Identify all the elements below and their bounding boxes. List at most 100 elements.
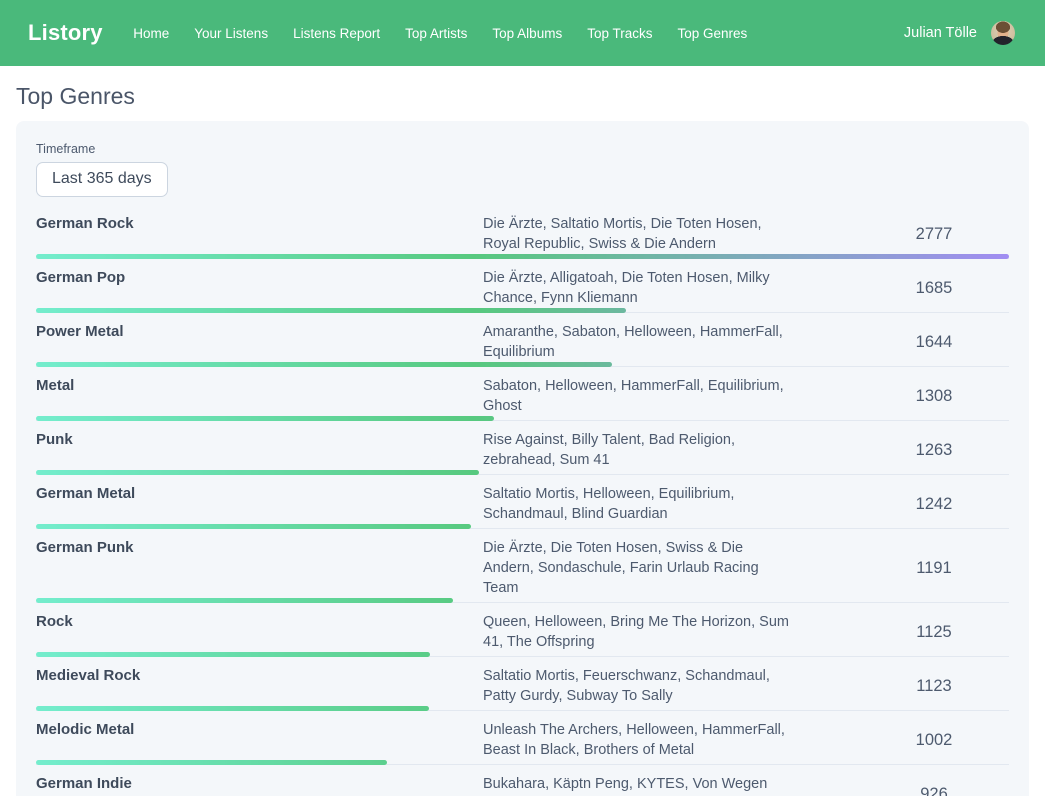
genre-rows: German RockDie Ärzte, Saltatio Mortis, D…	[36, 205, 1009, 796]
nav-link-top-albums[interactable]: Top Albums	[480, 20, 575, 47]
genre-bar-track	[36, 760, 1009, 765]
genre-count: 1123	[859, 677, 1009, 696]
genre-bar-track	[36, 598, 1009, 603]
nav-link-top-artists[interactable]: Top Artists	[393, 20, 480, 47]
genre-row-content: MetalSabaton, Helloween, HammerFall, Equ…	[36, 376, 1009, 416]
genre-name: Power Metal	[36, 322, 483, 342]
nav-link-top-genres[interactable]: Top Genres	[665, 20, 760, 47]
nav-link-top-tracks[interactable]: Top Tracks	[575, 20, 665, 47]
genre-name: German Pop	[36, 268, 483, 288]
genre-row-content: German PopDie Ärzte, Alligatoah, Die Tot…	[36, 268, 1009, 308]
genre-count: 1242	[859, 495, 1009, 514]
genre-name: German Punk	[36, 538, 483, 558]
navbar: Listory HomeYour ListensListens ReportTo…	[0, 0, 1045, 66]
genre-row: German RockDie Ärzte, Saltatio Mortis, D…	[36, 205, 1009, 259]
timeframe-label: Timeframe	[36, 142, 1009, 156]
genre-bar-fill	[36, 362, 612, 367]
genre-row: German PunkDie Ärzte, Die Toten Hosen, S…	[36, 529, 1009, 603]
genre-row: Melodic MetalUnleash The Archers, Hellow…	[36, 711, 1009, 765]
genre-artists: Saltatio Mortis, Helloween, Equilibrium,…	[483, 484, 793, 524]
genre-name: German Indie	[36, 774, 483, 794]
genre-row: MetalSabaton, Helloween, HammerFall, Equ…	[36, 367, 1009, 421]
genre-row-content: German MetalSaltatio Mortis, Helloween, …	[36, 484, 1009, 524]
genre-bar-fill	[36, 416, 494, 421]
genre-row: RockQueen, Helloween, Bring Me The Horiz…	[36, 603, 1009, 657]
genre-artists: Bukahara, Käptn Peng, KYTES, Von Wegen L…	[483, 774, 793, 796]
user-menu[interactable]: Julian Tölle	[904, 21, 1015, 45]
genre-row: German IndieBukahara, Käptn Peng, KYTES,…	[36, 765, 1009, 796]
genre-bar-track	[36, 524, 1009, 529]
genre-bar-fill	[36, 598, 453, 603]
genre-row: Power MetalAmaranthe, Sabaton, Helloween…	[36, 313, 1009, 367]
genre-name: Rock	[36, 612, 483, 632]
genre-bar	[36, 706, 429, 711]
user-avatar[interactable]	[991, 21, 1015, 45]
genre-name: Punk	[36, 430, 483, 450]
genre-count: 1644	[859, 333, 1009, 352]
nav-link-home[interactable]: Home	[121, 20, 182, 47]
genre-row-content: RockQueen, Helloween, Bring Me The Horiz…	[36, 612, 1009, 652]
genre-row-content: Medieval RockSaltatio Mortis, Feuerschwa…	[36, 666, 1009, 706]
genre-row: German PopDie Ärzte, Alligatoah, Die Tot…	[36, 259, 1009, 313]
genre-count: 1191	[859, 559, 1009, 578]
genre-artists: Die Ärzte, Die Toten Hosen, Swiss & Die …	[483, 538, 793, 598]
genre-artists: Saltatio Mortis, Feuerschwanz, Schandmau…	[483, 666, 793, 706]
genre-artists: Rise Against, Billy Talent, Bad Religion…	[483, 430, 793, 470]
page-title: Top Genres	[16, 83, 1029, 110]
genre-bar-fill	[36, 308, 626, 313]
genre-bar	[36, 362, 612, 367]
nav-link-your-listens[interactable]: Your Listens	[182, 20, 281, 47]
genre-bar-track	[36, 470, 1009, 475]
nav-link-listens-report[interactable]: Listens Report	[281, 20, 393, 47]
genre-name: Metal	[36, 376, 483, 396]
app-logo[interactable]: Listory	[28, 20, 103, 46]
genre-bar-fill	[36, 706, 429, 711]
genre-artists: Queen, Helloween, Bring Me The Horizon, …	[483, 612, 793, 652]
genre-count: 2777	[859, 225, 1009, 244]
genre-bar-track	[36, 308, 1009, 313]
genre-bar-track	[36, 254, 1009, 259]
genre-row-content: German IndieBukahara, Käptn Peng, KYTES,…	[36, 774, 1009, 796]
genre-count: 1263	[859, 441, 1009, 460]
genre-name: Medieval Rock	[36, 666, 483, 686]
genre-name: German Metal	[36, 484, 483, 504]
genre-count: 1685	[859, 279, 1009, 298]
genre-bar	[36, 760, 387, 765]
genre-count: 1125	[859, 623, 1009, 642]
genre-artists: Die Ärzte, Alligatoah, Die Toten Hosen, …	[483, 268, 793, 308]
genre-name: Melodic Metal	[36, 720, 483, 740]
genre-count: 1002	[859, 731, 1009, 750]
genre-bar	[36, 652, 430, 657]
genre-bar-track	[36, 362, 1009, 367]
genre-count: 1308	[859, 387, 1009, 406]
genre-bar	[36, 254, 1009, 259]
genre-bar	[36, 598, 453, 603]
top-genres-card: Timeframe Last 365 days German RockDie Ä…	[16, 121, 1029, 796]
genre-row: German MetalSaltatio Mortis, Helloween, …	[36, 475, 1009, 529]
genre-row-content: Melodic MetalUnleash The Archers, Hellow…	[36, 720, 1009, 760]
genre-bar	[36, 416, 494, 421]
genre-bar-fill	[36, 470, 479, 475]
timeframe-select[interactable]: Last 365 days	[36, 162, 168, 197]
genre-bar-fill	[36, 524, 471, 529]
genre-row-content: Power MetalAmaranthe, Sabaton, Helloween…	[36, 322, 1009, 362]
genre-row: Medieval RockSaltatio Mortis, Feuerschwa…	[36, 657, 1009, 711]
nav-links: HomeYour ListensListens ReportTop Artist…	[121, 20, 760, 47]
genre-row-content: PunkRise Against, Billy Talent, Bad Reli…	[36, 430, 1009, 470]
genre-bar	[36, 524, 471, 529]
genre-bar-fill	[36, 760, 387, 765]
genre-bar-fill	[36, 652, 430, 657]
genre-artists: Sabaton, Helloween, HammerFall, Equilibr…	[483, 376, 793, 416]
genre-row-content: German PunkDie Ärzte, Die Toten Hosen, S…	[36, 538, 1009, 598]
timeframe-field: Timeframe Last 365 days	[36, 142, 1009, 197]
genre-bar-track	[36, 416, 1009, 421]
user-name: Julian Tölle	[904, 25, 977, 41]
main-content: Top Genres Timeframe Last 365 days Germa…	[0, 83, 1045, 796]
genre-artists: Unleash The Archers, Helloween, HammerFa…	[483, 720, 793, 760]
genre-artists: Die Ärzte, Saltatio Mortis, Die Toten Ho…	[483, 214, 793, 254]
genre-row-content: German RockDie Ärzte, Saltatio Mortis, D…	[36, 214, 1009, 254]
genre-bar-fill	[36, 254, 1009, 259]
genre-artists: Amaranthe, Sabaton, Helloween, HammerFal…	[483, 322, 793, 362]
genre-row: PunkRise Against, Billy Talent, Bad Reli…	[36, 421, 1009, 475]
genre-count: 926	[859, 785, 1009, 796]
